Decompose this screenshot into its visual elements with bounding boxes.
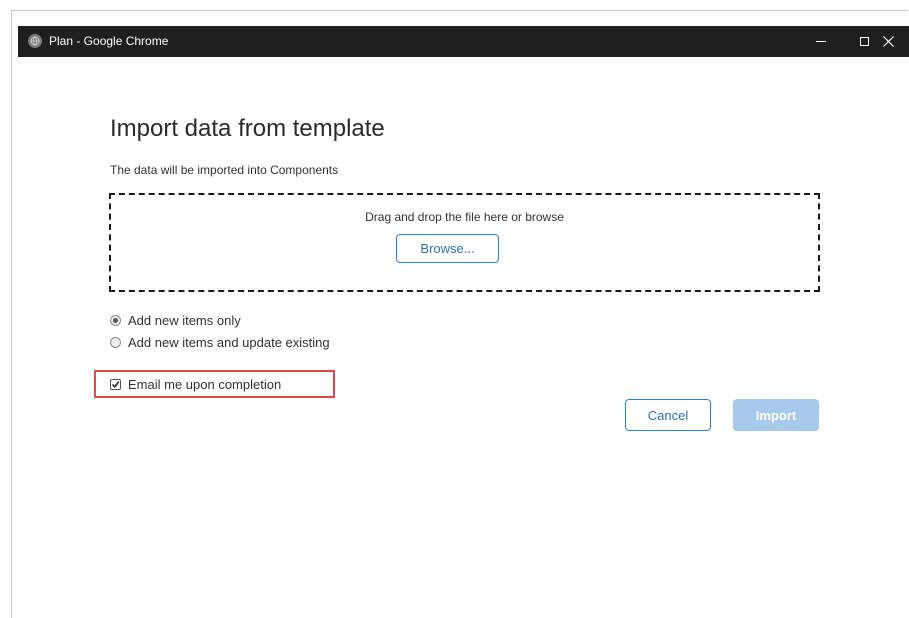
minimize-button[interactable]	[798, 26, 844, 57]
close-button[interactable]	[865, 26, 909, 57]
option-label: Add new items and update existing	[128, 334, 330, 350]
dropzone-text: Drag and drop the file here or browse	[365, 210, 564, 224]
browse-button[interactable]: Browse...	[396, 234, 499, 263]
checkmark-icon	[111, 380, 120, 388]
email-checkbox-label: Email me upon completion	[128, 376, 282, 392]
close-icon	[882, 36, 894, 47]
radio-button-selected[interactable]	[110, 314, 121, 326]
email-checkbox[interactable]	[110, 378, 121, 390]
import-button[interactable]: Import	[733, 399, 819, 431]
option-label: Add new items only	[128, 312, 241, 328]
option-add-new-only[interactable]: Add new items only	[110, 312, 241, 328]
minimize-icon	[816, 41, 826, 42]
dialog-title: Import data from template	[110, 115, 385, 142]
chrome-globe-icon	[28, 34, 42, 48]
window-title: Plan - Google Chrome	[49, 34, 169, 48]
dialog-subtitle: The data will be imported into Component…	[110, 163, 339, 177]
email-completion-option[interactable]: Email me upon completion	[110, 376, 281, 392]
window-titlebar[interactable]: Plan - Google Chrome	[18, 26, 909, 57]
option-add-and-update[interactable]: Add new items and update existing	[110, 334, 330, 350]
file-dropzone[interactable]: Drag and drop the file here or browse Br…	[109, 193, 820, 292]
radio-button[interactable]	[110, 336, 121, 348]
cancel-button[interactable]: Cancel	[625, 399, 711, 431]
